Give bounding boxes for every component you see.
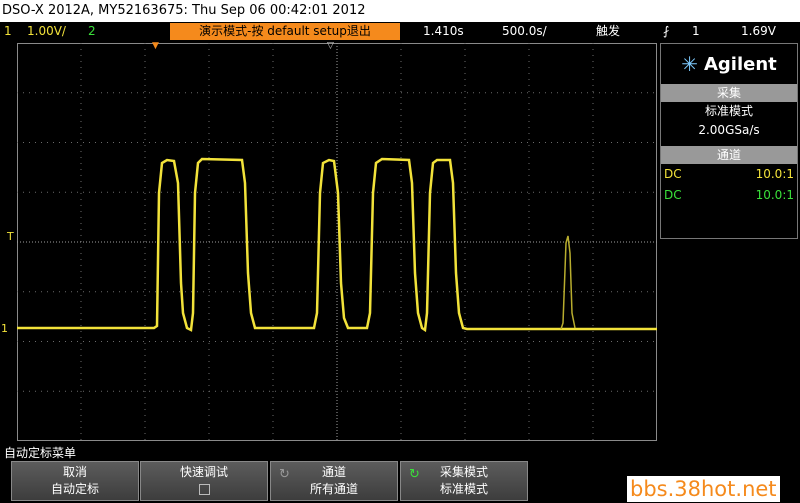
trigger-level[interactable]: 1.69V (741, 22, 776, 41)
waveform-display[interactable] (17, 43, 657, 441)
softkey2-label: 快速调试 (179, 465, 228, 479)
title-bar: DSO-X 2012A, MY52163675: Thu Sep 06 00:4… (0, 0, 800, 22)
trigger-edge-icon: ⨏ (663, 24, 670, 38)
info-panel: ✳ Agilent 采集 标准模式 2.00GSa/s 通道 DC 10.0:1 D… (660, 43, 798, 239)
acquisition-header: 采集 (661, 84, 797, 102)
agilent-logo: ✳ Agilent (681, 52, 777, 76)
ch1-number: 1 (4, 24, 12, 38)
trigger-source: 1 (692, 24, 700, 38)
softkey1-label: 取消 (62, 465, 87, 479)
channels-button[interactable]: ↻ 通道所有通道 (270, 461, 398, 501)
fast-debug-checkbox[interactable] (198, 484, 210, 495)
ch1-coupling: DC (664, 167, 682, 181)
ch1-ground-marker[interactable]: 1 (1, 322, 8, 335)
ch2-probe: 10.0:1 (755, 188, 794, 202)
ch1-scale[interactable]: 1.00V/ (27, 22, 66, 41)
trigger-level-marker[interactable]: T (7, 230, 14, 243)
trigger-mode: 触发 (596, 24, 621, 38)
ch1-probe: 10.0:1 (755, 167, 794, 181)
ch1-info-row: DC 10.0:1 (661, 164, 797, 185)
demo-mode-banner: 演示模式-按 default setup退出 (170, 23, 400, 40)
rotate-knob-icon: ↻ (409, 467, 420, 482)
softkey1-value: 自动定标 (50, 482, 99, 496)
ch2-info-row: DC 10.0:1 (661, 185, 797, 238)
agilent-spark-icon: ✳ (681, 52, 698, 76)
ch2-coupling: DC (664, 188, 682, 202)
ch2-number[interactable]: 2 (88, 22, 96, 41)
sample-rate: 2.00GSa/s (698, 123, 760, 137)
rotate-knob-icon: ↻ (279, 467, 290, 482)
softkey3-value: 所有通道 (309, 482, 358, 496)
softkey3-label: 通道 (321, 465, 346, 479)
softkey4-label: 采集模式 (439, 465, 488, 479)
softkey4-value: 标准模式 (439, 482, 488, 496)
time-scale[interactable]: 500.0s/ (502, 22, 547, 41)
cancel-autoscale-button[interactable]: 取消 自动定标 (11, 461, 139, 501)
fast-debug-button[interactable]: 快速调试 (140, 461, 268, 501)
menu-title: 自动定标菜单 (4, 446, 77, 460)
status-bar: 1 1.00V/ 2 1.410s 500.0s/ 触发 ⨏ 1 1.69V (0, 22, 800, 41)
acquire-mode-button[interactable]: ↻ 采集模式标准模式 (400, 461, 528, 501)
channels-header: 通道 (661, 146, 797, 164)
trigger-time-marker-icon: ▼ (152, 41, 159, 51)
acquisition-mode: 标准模式 (704, 104, 753, 118)
watermark: bbs.38hot.net (627, 476, 780, 502)
time-reference-marker-icon: ▽ (327, 41, 334, 51)
title-text: DSO-X 2012A, MY52163675: Thu Sep 06 00:4… (2, 3, 366, 18)
time-position[interactable]: 1.410s (423, 22, 464, 41)
